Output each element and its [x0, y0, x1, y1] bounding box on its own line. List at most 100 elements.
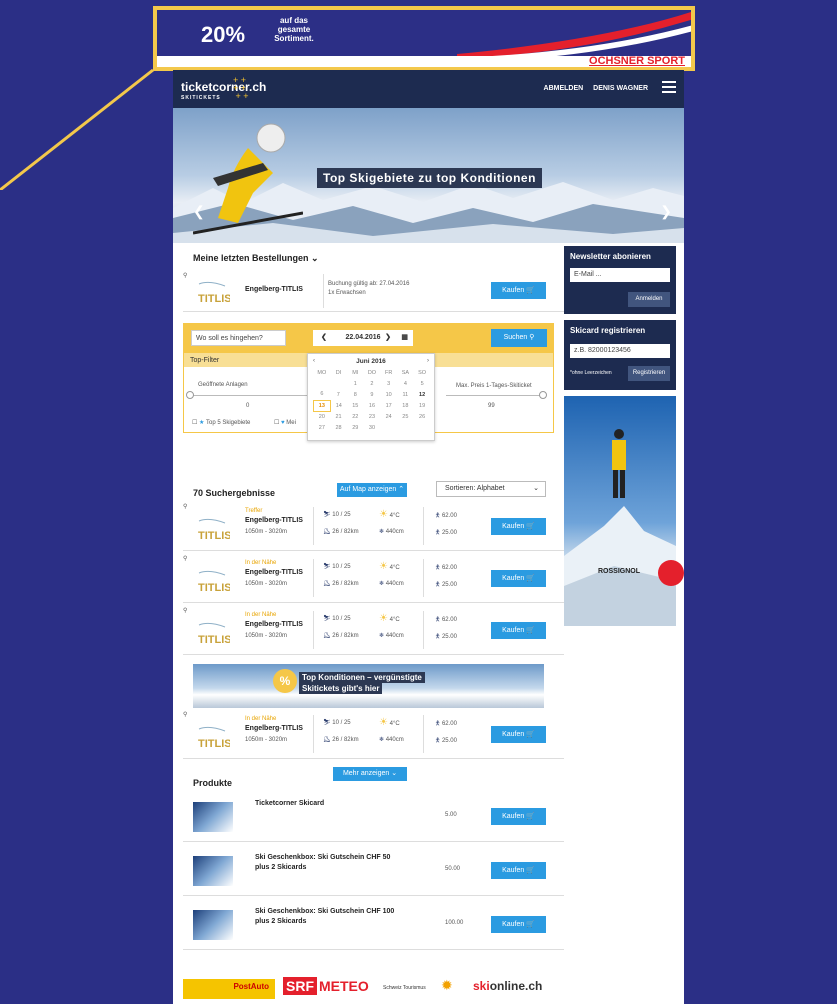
calendar-popup[interactable]: ‹ › Juni 2016 MO DI MI DO FR SA SO 12345 67891… — [307, 353, 435, 441]
search-button[interactable]: Suchen ⚲ — [491, 329, 547, 347]
cal-date[interactable] — [397, 422, 414, 433]
cal-date[interactable]: 14 — [330, 400, 347, 411]
sidebar-ad[interactable]: ROSSIGNOL — [564, 396, 684, 626]
cal-day: DO — [367, 369, 377, 376]
cal-date[interactable]: 20 — [314, 411, 331, 422]
result-buy-button[interactable]: Kaufen 🛒 — [491, 570, 546, 587]
cal-date[interactable]: 22 — [347, 411, 364, 422]
postauto-logo[interactable]: PostAuto — [183, 979, 275, 999]
cal-date[interactable]: 30 — [364, 422, 381, 433]
lift-icon: ⛷ — [323, 720, 331, 726]
cal-date[interactable]: 19 — [414, 400, 431, 411]
ad-brand[interactable]: OCHSNER SPORT — [589, 55, 685, 67]
result-name[interactable]: Engelberg-TITLIS — [245, 725, 303, 732]
cal-date[interactable]: 23 — [364, 411, 381, 422]
cal-date[interactable]: 2 — [364, 378, 381, 389]
ad-banner[interactable]: 20% auf das gesamte Sortiment. OCHSNER S… — [153, 6, 695, 71]
search-input[interactable]: Wo soll es hingehen? — [191, 330, 286, 346]
show-more-button[interactable]: Mehr anzeigen ⌄ — [333, 767, 407, 781]
cal-date[interactable]: 4 — [397, 378, 414, 389]
cal-date[interactable]: 9 — [364, 389, 381, 400]
result-buy-button[interactable]: Kaufen 🛒 — [491, 726, 546, 743]
cal-date[interactable]: 24 — [380, 411, 397, 422]
register-button[interactable]: Registrieren — [628, 366, 670, 381]
slider-handle[interactable] — [539, 391, 547, 399]
cal-date[interactable]: 12 — [414, 389, 431, 400]
logout-link[interactable]: ABMELDEN — [544, 85, 584, 92]
user-link[interactable]: DENIS WAGNER — [593, 85, 648, 92]
email-input[interactable]: E-Mail ... — [570, 268, 670, 282]
cal-date[interactable]: 21 — [330, 411, 347, 422]
slope-icon: ⛸ — [323, 737, 331, 743]
lift-icon: ⛷ — [323, 616, 331, 622]
cal-prev-icon[interactable]: ‹ — [313, 358, 315, 364]
cal-date[interactable]: 26 — [414, 411, 431, 422]
cal-date[interactable] — [314, 378, 331, 389]
orders-title[interactable]: Meine letzten Bestellungen ⌄ — [193, 253, 319, 264]
open-lifts-slider[interactable] — [190, 395, 310, 396]
cal-date[interactable]: 25 — [397, 411, 414, 422]
cal-date[interactable]: 5 — [414, 378, 431, 389]
max-price-slider[interactable] — [446, 395, 546, 396]
cal-date[interactable]: 28 — [330, 422, 347, 433]
titlis-logo: TITLIS — [195, 563, 232, 595]
products-title: Produkte — [193, 778, 233, 788]
product-buy-button[interactable]: Kaufen 🛒 — [491, 916, 546, 933]
date-next-icon[interactable]: ❯ — [385, 330, 391, 346]
ad-swoosh — [457, 11, 691, 60]
logo-stars-icon: + + + + + + — [233, 75, 249, 101]
adult-icon: 🯅 — [435, 617, 441, 623]
favorites-checkbox[interactable]: ☐ ♥ Mei — [274, 419, 296, 426]
sort-select[interactable]: Sortieren: Alphabet ⌄ — [436, 481, 546, 497]
cal-date[interactable]: 29 — [347, 422, 364, 433]
product-buy-button[interactable]: Kaufen 🛒 — [491, 808, 546, 825]
skionline-logo[interactable]: skionline.ch — [473, 979, 542, 993]
cal-date[interactable]: 16 — [364, 400, 381, 411]
site-logo[interactable]: ticketcorner.ch SKITICKETS — [181, 80, 266, 101]
top5-checkbox[interactable]: ☐ ★ Top 5 Skigebiete — [192, 419, 250, 426]
hero-prev-icon[interactable]: ❮ — [193, 203, 205, 220]
result-name[interactable]: Engelberg-TITLIS — [245, 569, 303, 576]
result-temp: 4°C — [389, 513, 400, 519]
show-map-button[interactable]: Auf Map anzeigen ⌃ — [337, 483, 407, 497]
date-prev-icon[interactable]: ❮ — [321, 330, 327, 346]
result-name[interactable]: Engelberg-TITLIS — [245, 517, 303, 524]
cal-date[interactable]: 17 — [380, 400, 397, 411]
cal-date[interactable] — [330, 378, 347, 389]
cal-date[interactable]: 6 — [314, 389, 331, 400]
cal-date[interactable]: 10 — [380, 389, 397, 400]
product-name[interactable]: Ski Geschenkbox: Ski Gutschein CHF 50 — [255, 854, 390, 861]
order-buy-button[interactable]: Kaufen 🛒 — [491, 282, 546, 299]
cal-date[interactable]: 27 — [314, 422, 331, 433]
product-name[interactable]: Ticketcorner Skicard — [255, 800, 324, 807]
subscribe-button[interactable]: Anmelden — [628, 292, 670, 307]
result-buy-button[interactable]: Kaufen 🛒 — [491, 622, 546, 639]
calendar-icon[interactable]: ▦ — [401, 330, 408, 346]
cal-next-icon[interactable]: › — [427, 358, 429, 364]
cal-date[interactable]: 3 — [380, 378, 397, 389]
pin-icon: ⚲ — [183, 504, 188, 510]
cal-date[interactable]: 11 — [397, 389, 414, 400]
srf-logo[interactable]: SRF — [283, 977, 317, 995]
cal-date[interactable]: 1 — [347, 378, 364, 389]
cal-date[interactable]: 7 — [330, 389, 347, 400]
meteo-logo[interactable]: METEO — [319, 978, 369, 994]
result-name[interactable]: Engelberg-TITLIS — [245, 621, 303, 628]
cal-date[interactable] — [414, 422, 431, 433]
cal-date[interactable]: 8 — [347, 389, 364, 400]
cal-date[interactable] — [380, 422, 397, 433]
promo-banner[interactable]: % Top Konditionen – vergünstigte Skitick… — [193, 664, 544, 708]
cal-date-selected[interactable]: 13 — [313, 399, 331, 412]
date-picker[interactable]: ❮ 22.04.2016 ❯ ▦ — [313, 330, 413, 346]
card-number-input[interactable]: z.B. 82000123456 — [570, 344, 670, 358]
menu-icon[interactable] — [662, 81, 676, 93]
product-buy-button[interactable]: Kaufen 🛒 — [491, 862, 546, 879]
snow-icon: ❄ — [379, 633, 385, 639]
result-buy-button[interactable]: Kaufen 🛒 — [491, 518, 546, 535]
hero-next-icon[interactable]: ❯ — [660, 203, 672, 220]
cal-date[interactable]: 18 — [397, 400, 414, 411]
slider-handle[interactable] — [186, 391, 194, 399]
st-logo[interactable]: Schweiz Tourismus — [383, 985, 426, 991]
cal-date[interactable]: 15 — [347, 400, 364, 411]
product-name[interactable]: Ski Geschenkbox: Ski Gutschein CHF 100 — [255, 908, 394, 915]
